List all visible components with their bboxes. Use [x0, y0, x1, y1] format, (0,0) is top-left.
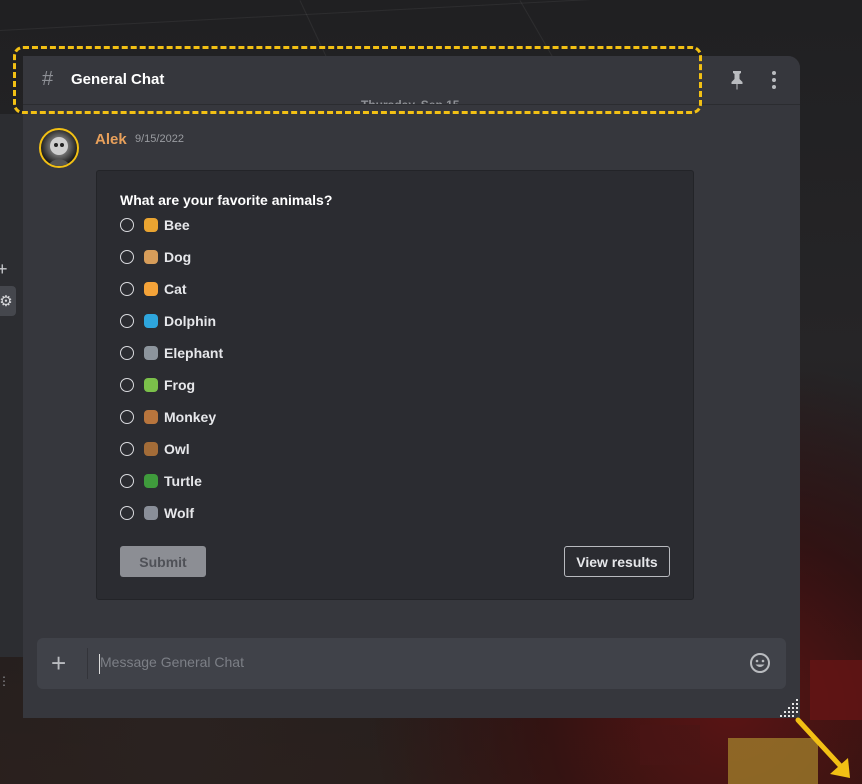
hash-icon: #: [42, 68, 54, 90]
poll-option-label: Frog: [164, 377, 196, 393]
view-results-button[interactable]: View results: [564, 546, 670, 577]
chat-window: # General Chat Thursday, Sep 15 Alek 9/1…: [23, 56, 800, 718]
radio-button[interactable]: [120, 346, 134, 360]
poll-option-bee[interactable]: Bee: [120, 213, 190, 237]
radio-button[interactable]: [120, 314, 134, 328]
message-input[interactable]: Message General Chat: [100, 654, 244, 670]
cat-emoji-icon: [144, 282, 158, 296]
server-sidebar: + ⚙: [0, 114, 23, 657]
gear-icon[interactable]: ⚙: [0, 286, 16, 316]
owl-emoji-icon: [144, 442, 158, 456]
poll-card: What are your favorite animals? Bee Dog Ca…: [96, 170, 694, 600]
more-icon[interactable]: ⋮: [0, 674, 10, 688]
radio-button[interactable]: [120, 378, 134, 392]
poll-option-label: Wolf: [164, 505, 195, 521]
poll-option-label: Cat: [164, 281, 187, 297]
wolf-emoji-icon: [144, 506, 158, 520]
more-options-icon[interactable]: [767, 70, 781, 90]
poll-option-label: Dolphin: [164, 313, 217, 329]
submit-button[interactable]: Submit: [120, 546, 206, 577]
monkey-emoji-icon: [144, 410, 158, 424]
dolphin-emoji-icon: [144, 314, 158, 328]
resize-handle-icon[interactable]: [778, 698, 800, 718]
poll-option-label: Dog: [164, 249, 192, 265]
radio-button[interactable]: [120, 442, 134, 456]
radio-button[interactable]: [120, 410, 134, 424]
poll-option-label: Turtle: [164, 473, 202, 489]
message-timestamp: 9/15/2022: [135, 133, 184, 145]
poll-option-dolphin[interactable]: Dolphin: [120, 309, 216, 333]
message-composer: + Message General Chat: [37, 638, 786, 689]
poll-option-label: Bee: [164, 217, 190, 233]
poll-option-frog[interactable]: Frog: [120, 373, 195, 397]
frog-emoji-icon: [144, 378, 158, 392]
message-author[interactable]: Alek: [95, 131, 127, 148]
avatar[interactable]: [39, 128, 79, 168]
poll-option-dog[interactable]: Dog: [120, 245, 191, 269]
poll-option-elephant[interactable]: Elephant: [120, 341, 223, 365]
emoji-picker-icon[interactable]: [749, 652, 771, 674]
date-separator: Thursday, Sep 15: [361, 94, 459, 104]
add-attachment-icon[interactable]: +: [51, 650, 66, 676]
add-icon[interactable]: +: [0, 260, 8, 278]
radio-button[interactable]: [120, 250, 134, 264]
radio-button[interactable]: [120, 282, 134, 296]
poll-option-label: Elephant: [164, 345, 224, 361]
poll-option-label: Owl: [164, 441, 190, 457]
radio-button[interactable]: [120, 218, 134, 232]
poll-option-monkey[interactable]: Monkey: [120, 405, 216, 429]
poll-option-label: Monkey: [164, 409, 217, 425]
elephant-emoji-icon: [144, 346, 158, 360]
pin-icon[interactable]: [729, 70, 745, 90]
radio-button[interactable]: [120, 506, 134, 520]
channel-title: General Chat: [71, 71, 165, 88]
turtle-emoji-icon: [144, 474, 158, 488]
dog-emoji-icon: [144, 250, 158, 264]
poll-question: What are your favorite animals?: [120, 192, 333, 208]
poll-option-turtle[interactable]: Turtle: [120, 469, 202, 493]
poll-option-cat[interactable]: Cat: [120, 277, 187, 301]
bee-emoji-icon: [144, 218, 158, 232]
divider: [87, 648, 88, 679]
radio-button[interactable]: [120, 474, 134, 488]
poll-option-wolf[interactable]: Wolf: [120, 501, 194, 525]
poll-option-owl[interactable]: Owl: [120, 437, 190, 461]
